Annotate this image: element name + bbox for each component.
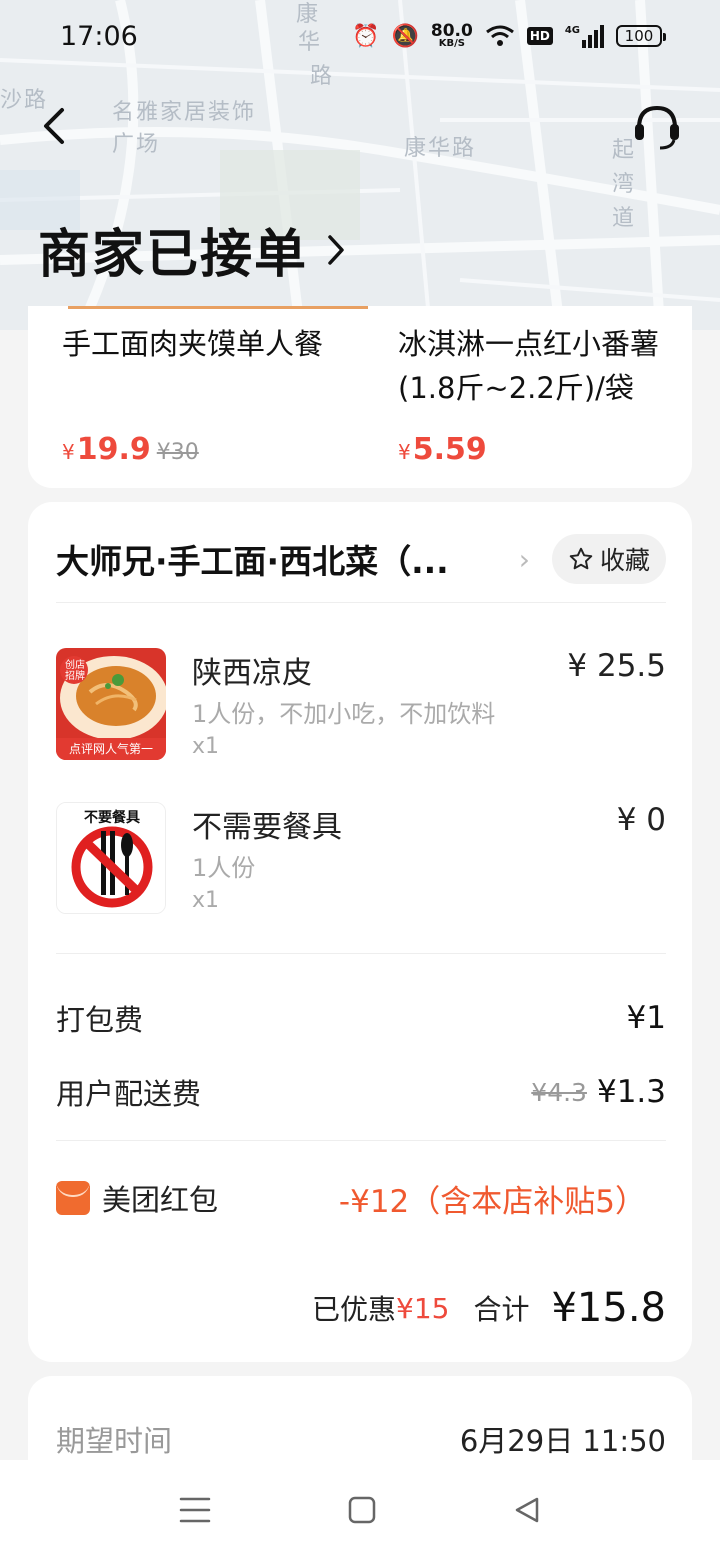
currency-symbol: ¥ — [398, 440, 411, 464]
chevron-right-icon — [328, 234, 344, 265]
map-label: 广场 — [112, 132, 161, 157]
recommend-item-name: 手工面肉夹馍单人餐 — [62, 327, 324, 361]
recommend-item-name-line2: (1.8斤~2.2斤)/袋 — [398, 371, 634, 405]
page-title: 商家已接单 — [38, 225, 309, 285]
item-price: ¥ 25.5 — [567, 648, 666, 684]
item-qty: x1 — [192, 888, 220, 913]
item-desc: 1人份 — [192, 854, 256, 882]
back-triangle-icon[interactable] — [512, 1495, 542, 1525]
total-value: ¥15.8 — [551, 1285, 666, 1331]
status-bar: 17:06 ⏰ 🔕 80.0 KB/S HD 4G 100 — [0, 0, 720, 72]
net-speed-value: 80.0 — [430, 20, 473, 41]
status-icons: ⏰ 🔕 80.0 KB/S HD 4G 100 — [352, 20, 666, 50]
alarm-icon: ⏰ — [352, 23, 380, 49]
delivery-fee-original: ¥4.3 — [531, 1077, 587, 1107]
shop-name[interactable]: 大师兄·手工面·西北菜（... — [56, 535, 449, 583]
saved-label: 已优惠 — [312, 1293, 397, 1326]
thumb-badge: 创店招牌 — [65, 660, 85, 682]
coupon-row[interactable]: 美团红包 -¥12（含本店补贴5） — [56, 1174, 666, 1222]
divider — [56, 602, 666, 603]
map-label: 道 — [612, 206, 637, 231]
favorite-button[interactable]: 收藏 — [551, 534, 666, 584]
headset-icon — [635, 105, 679, 150]
coupon-label: 美团红包 — [102, 1183, 219, 1217]
food-thumbnail: 不要餐具 — [56, 802, 166, 914]
order-item[interactable]: 不要餐具 不需要餐具 1人份 x1 ¥ 0 — [56, 802, 666, 922]
customer-service-button[interactable] — [630, 100, 684, 154]
item-desc: 1人份，不加小吃，不加饮料 — [192, 700, 496, 728]
home-icon[interactable] — [347, 1495, 377, 1525]
menu-icon[interactable] — [178, 1495, 212, 1525]
wifi-icon — [485, 25, 514, 46]
signal-label: 4G — [564, 24, 580, 36]
thumb-caption: 点评网人气第一 — [68, 742, 153, 756]
order-status-title[interactable]: 商家已接单 — [38, 212, 346, 287]
delivery-fee-row: 用户配送费 ¥4.3 ¥1.3 — [56, 1070, 666, 1114]
recommend-image-edge — [68, 306, 368, 309]
signal-icon: 4G — [564, 24, 604, 48]
thumb-caption: 不要餐具 — [84, 810, 140, 826]
price-value: 5.59 — [412, 432, 487, 467]
red-packet-icon — [56, 1181, 90, 1215]
recommend-card: 手工面肉夹馍单人餐 ¥ 19.9 ¥30 冰淇淋一点红小番薯 (1.8斤~2.2… — [28, 306, 692, 488]
net-speed-unit: KB/S — [438, 38, 465, 50]
item-name: 陕西凉皮 — [192, 656, 312, 691]
order-item[interactable]: 创店招牌 点评网人气第一 陕西凉皮 1人份，不加小吃，不加饮料 x1 ¥ 25.… — [56, 648, 666, 768]
item-name: 不需要餐具 — [192, 810, 342, 845]
recommend-item-price: ¥ 19.9 ¥30 — [62, 432, 199, 467]
delivery-fee-value: ¥1.3 — [596, 1074, 666, 1110]
total-row: 已优惠 ¥15 合计 ¥15.8 — [56, 1282, 666, 1334]
mute-icon: 🔕 — [391, 23, 419, 49]
battery-level: 100 — [624, 27, 654, 45]
expected-time-value: 6月29日 11:50 — [459, 1424, 666, 1458]
favorite-label: 收藏 — [599, 546, 650, 575]
item-qty: x1 — [192, 734, 220, 759]
delivery-fee-label: 用户配送费 — [56, 1077, 202, 1111]
recommend-item-price: ¥ 5.59 — [398, 432, 487, 467]
recommend-item[interactable]: 冰淇淋一点红小番薯 (1.8斤~2.2斤)/袋 ¥ 5.59 — [398, 322, 698, 472]
coupon-value: -¥12（含本店补贴5） — [338, 1183, 646, 1220]
recommend-item[interactable]: 手工面肉夹馍单人餐 ¥ 19.9 ¥30 — [62, 322, 362, 472]
expected-time-label: 期望时间 — [56, 1424, 173, 1458]
chevron-right-icon[interactable]: › — [519, 543, 530, 576]
map-label: 名雅家居装饰 — [112, 100, 257, 125]
back-arrow-icon — [44, 108, 64, 144]
original-price: ¥30 — [156, 440, 199, 465]
packing-fee-row: 打包费 ¥1 — [56, 996, 666, 1040]
saved-value: ¥15 — [396, 1291, 450, 1325]
divider — [56, 1140, 666, 1141]
status-time: 17:06 — [60, 20, 138, 52]
back-button[interactable] — [40, 102, 80, 150]
currency-symbol: ¥ — [62, 440, 75, 464]
packing-fee-label: 打包费 — [56, 1003, 144, 1037]
hd-icon: HD — [526, 27, 553, 45]
price-value: 19.9 — [76, 432, 151, 467]
battery-icon: 100 — [616, 25, 666, 47]
packing-fee-value: ¥1 — [626, 1000, 666, 1036]
map-label: 湾 — [612, 172, 637, 197]
total-label: 合计 — [473, 1293, 530, 1326]
net-speed: 80.0 KB/S — [430, 20, 473, 50]
divider — [56, 953, 666, 954]
recommend-item-name: 冰淇淋一点红小番薯 — [398, 327, 660, 361]
item-price: ¥ 0 — [616, 802, 666, 838]
map-label: 康华路 — [404, 136, 477, 161]
order-card: 大师兄·手工面·西北菜（... › 收藏 创店招牌 点评网人气第一 陕西凉皮 1… — [28, 502, 692, 1362]
shop-row: 大师兄·手工面·西北菜（... › 收藏 — [56, 534, 666, 584]
food-thumbnail: 创店招牌 点评网人气第一 — [56, 648, 166, 760]
system-nav-bar — [0, 1460, 720, 1560]
star-icon — [569, 547, 593, 570]
